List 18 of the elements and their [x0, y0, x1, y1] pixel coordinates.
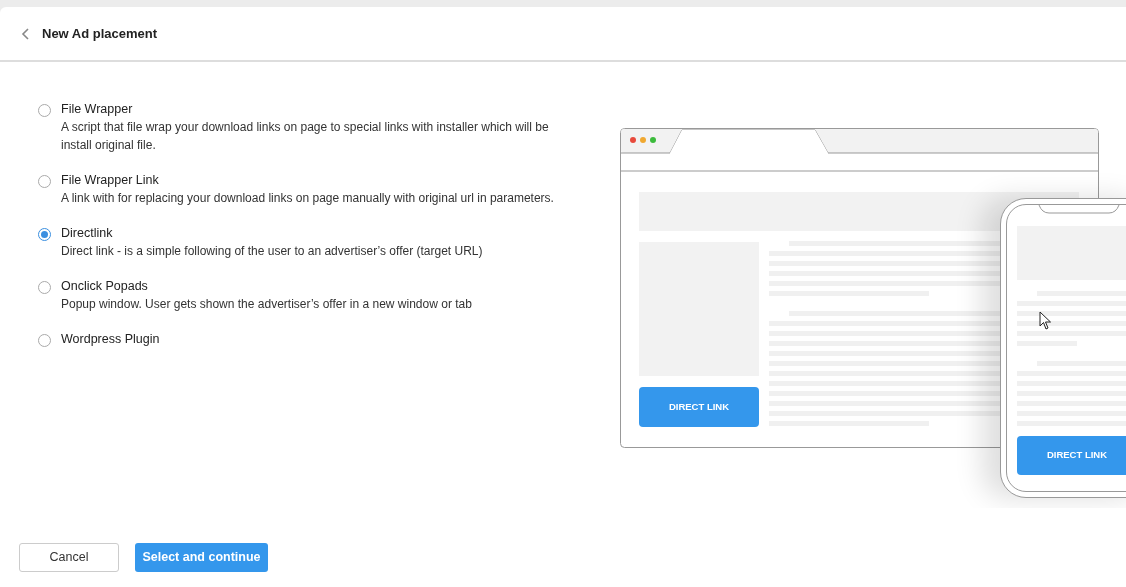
option-title[interactable]: File Wrapper — [61, 100, 580, 118]
option-title[interactable]: Directlink — [61, 224, 483, 242]
radio-button[interactable] — [38, 281, 51, 294]
cancel-button[interactable]: Cancel — [19, 543, 119, 572]
radio-button[interactable] — [38, 334, 51, 347]
option-title[interactable]: Wordpress Plugin — [61, 330, 160, 348]
option-description: A script that file wrap your download links on page to special links with installer which will be install original file. — [61, 119, 550, 154]
option-description: Popup window. User gets shown the advertiser’s offer in a new window or tab — [61, 296, 472, 313]
option-description: A link with for replacing your download links on page manually with original url in parameters. — [61, 190, 554, 207]
radio-button[interactable] — [38, 175, 51, 188]
radio-button[interactable] — [38, 228, 51, 241]
cursor-icon — [1039, 311, 1053, 331]
option-title[interactable]: Onclick Popads — [61, 277, 472, 295]
option-title[interactable]: File Wrapper Link — [61, 171, 554, 189]
radio-button[interactable] — [38, 104, 51, 117]
page-title: New Ad placement — [42, 24, 158, 43]
option-description: Direct link - is a simple following of the user to an advertiser’s offer (target URL) — [61, 243, 483, 260]
back-icon[interactable] — [20, 26, 32, 41]
